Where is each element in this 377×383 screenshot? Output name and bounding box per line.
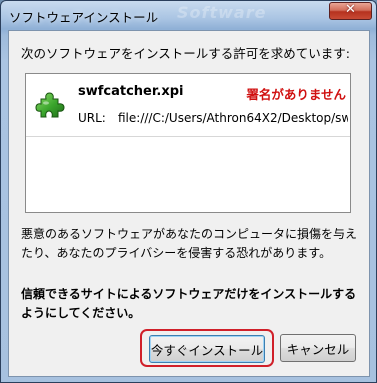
title-bar[interactable]: ソフトウェアインストール Software ✕: [1, 1, 376, 29]
extension-list-item[interactable]: swfcatcher.xpi 署名がありません URL: file:///C:/…: [26, 74, 350, 137]
cancel-button[interactable]: キャンセル: [280, 334, 356, 362]
extension-filename: swfcatcher.xpi: [78, 84, 184, 99]
security-warning: 悪意のあるソフトウェアがあなたのコンピュータに損傷を与えたり、あなたのプライバシ…: [21, 227, 358, 260]
install-button-highlight: 今すぐインストール: [140, 329, 274, 367]
url-value: file:///C:/Users/Athron64X2/Desktop/swfc…: [118, 111, 348, 125]
install-now-button[interactable]: 今すぐインストール: [149, 335, 265, 363]
window-title: ソフトウェアインストール: [9, 10, 159, 25]
puzzle-piece-icon: [35, 92, 65, 118]
background-watermark: Software: [177, 3, 267, 22]
dialog-body: 次のソフトウェアをインストールする許可を求めています: swfcatcher.x…: [8, 30, 370, 377]
install-dialog-window: ソフトウェアインストール Software ✕ 次のソフトウェアをインストールす…: [0, 0, 377, 383]
install-prompt: 次のソフトウェアをインストールする許可を求めています:: [21, 46, 350, 61]
close-icon: ✕: [345, 2, 356, 17]
url-label: URL:: [78, 111, 106, 125]
extension-list[interactable]: swfcatcher.xpi 署名がありません URL: file:///C:/…: [25, 73, 351, 213]
close-button[interactable]: ✕: [329, 2, 372, 20]
install-advice: 信頼できるサイトによるソフトウェアだけをインストールするようにしてください。: [21, 287, 357, 320]
signature-status: 署名がありません: [246, 87, 346, 102]
